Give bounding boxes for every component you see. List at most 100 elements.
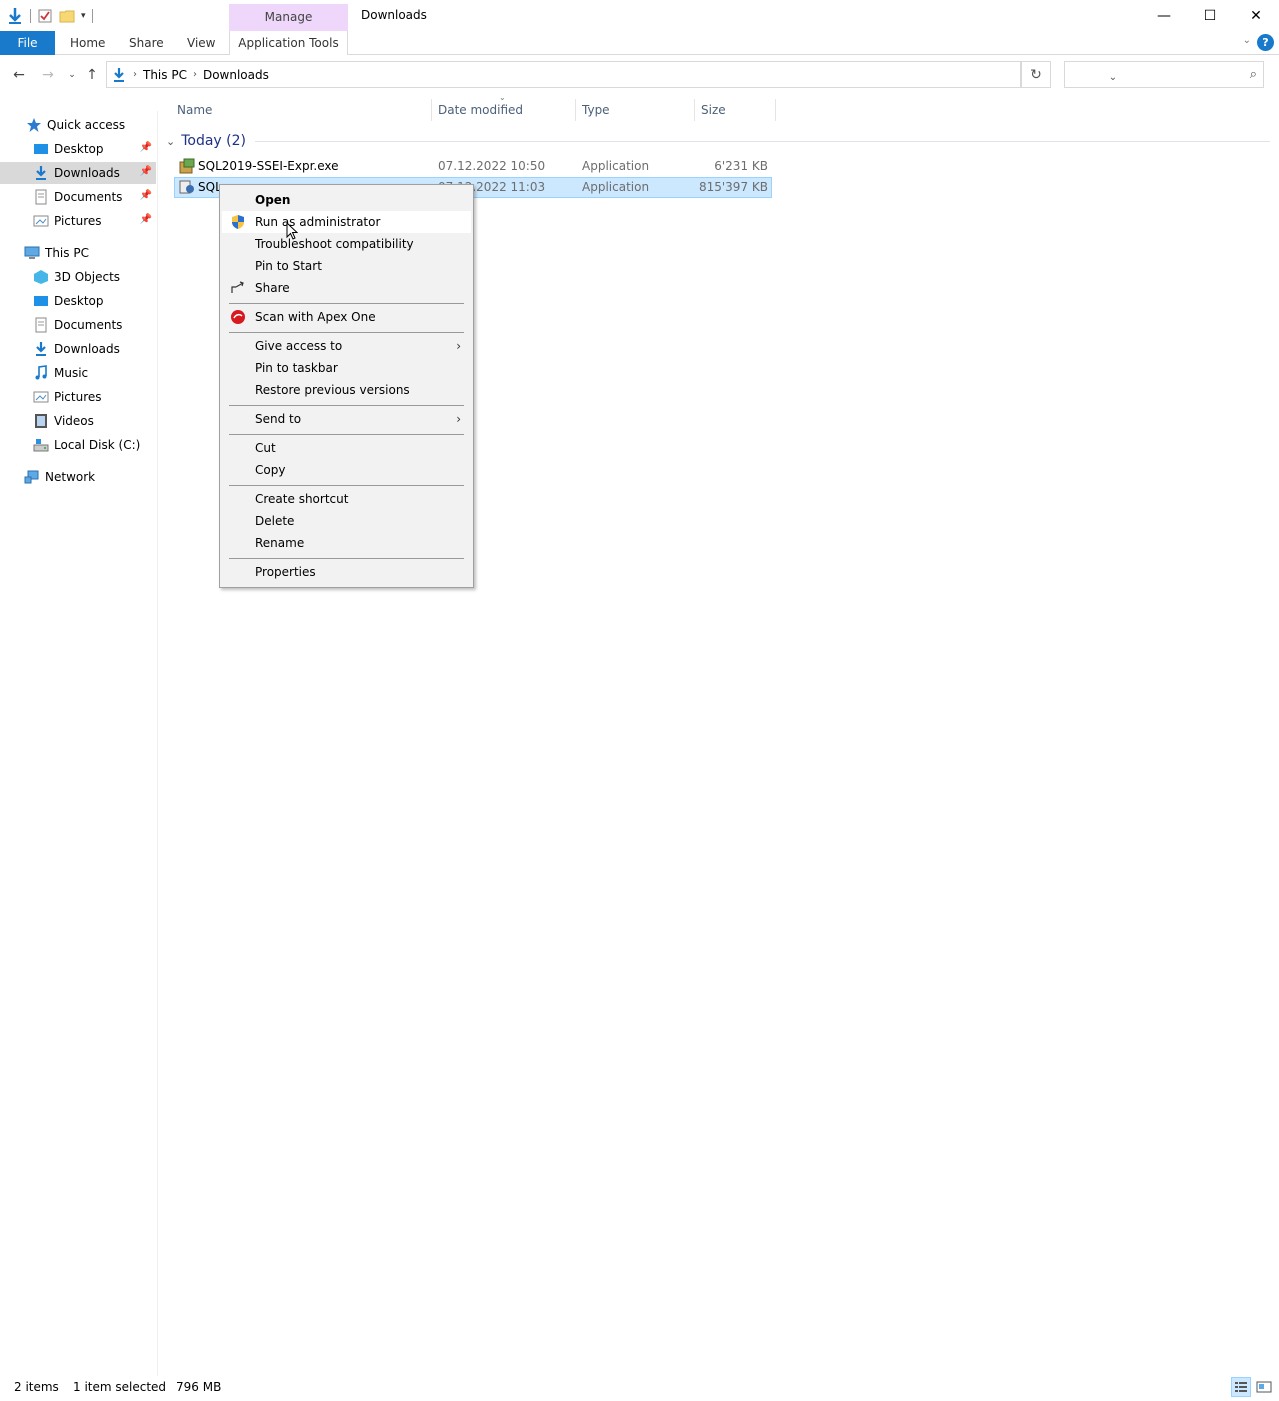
file-row[interactable]: SQL2019-SSEI-Expr.exe 07.12.2022 10:50 A… xyxy=(174,156,772,177)
sidebar-item-3d-objects[interactable]: 3D Objects xyxy=(0,266,156,288)
menu-item-send-to[interactable]: Send to › xyxy=(222,408,471,430)
documents-icon xyxy=(35,317,47,333)
help-icon[interactable]: ? xyxy=(1257,34,1274,51)
search-icon: ⌕ xyxy=(1249,67,1257,82)
up-arrow-icon[interactable]: ↑ xyxy=(82,65,102,85)
sidebar-item-pictures[interactable]: Pictures 📌 xyxy=(0,210,156,232)
quick-access-toolbar: ▾ xyxy=(6,6,93,26)
pictures-icon xyxy=(33,391,49,403)
network-icon xyxy=(24,470,39,484)
sidebar-item-label: Desktop xyxy=(54,142,104,156)
forward-arrow-icon[interactable]: → xyxy=(38,65,58,85)
sidebar-item-downloads-pc[interactable]: Downloads xyxy=(0,338,156,360)
status-item-count: 2 items xyxy=(14,1380,59,1394)
customize-toolbar-icon[interactable]: ▾ xyxy=(81,11,86,21)
menu-item-rename[interactable]: Rename xyxy=(222,532,471,554)
large-icons-view-icon[interactable] xyxy=(1254,1377,1274,1397)
column-header-size[interactable]: Size xyxy=(695,99,776,121)
back-arrow-icon[interactable]: ← xyxy=(9,65,29,85)
title-bar: ▾ Manage Downloads — ☐ ✕ xyxy=(0,0,1279,31)
sidebar-item-downloads[interactable]: Downloads 📌 xyxy=(0,162,156,184)
menu-item-troubleshoot-compatibility[interactable]: Troubleshoot compatibility xyxy=(222,233,471,255)
menu-item-properties[interactable]: Properties xyxy=(222,561,471,583)
menu-item-scan-with-apex-one[interactable]: Scan with Apex One xyxy=(222,306,471,328)
file-type: Application xyxy=(582,180,650,194)
share-icon xyxy=(231,281,244,293)
sidebar-item-network[interactable]: Network xyxy=(0,466,156,488)
menu-separator xyxy=(229,558,464,559)
downloads-icon xyxy=(36,166,46,180)
details-view-icon[interactable] xyxy=(1231,1377,1251,1397)
menu-item-pin-to-taskbar[interactable]: Pin to taskbar xyxy=(222,357,471,379)
menu-item-restore-previous-versions[interactable]: Restore previous versions xyxy=(222,379,471,401)
sidebar-item-documents-pc[interactable]: Documents xyxy=(0,314,156,336)
downloads-folder-icon xyxy=(114,67,124,82)
tab-view[interactable]: View xyxy=(187,31,215,55)
sidebar-item-local-disk[interactable]: Local Disk (C:) xyxy=(0,434,156,456)
sidebar-item-music[interactable]: Music xyxy=(0,362,156,384)
pin-icon[interactable]: 📌 xyxy=(140,166,152,177)
file-type: Application xyxy=(582,159,650,173)
sidebar-item-label: Network xyxy=(45,470,96,484)
breadcrumb-chevron-icon[interactable]: › xyxy=(193,69,197,80)
ribbon-expand-icon[interactable]: ⌄ xyxy=(1243,35,1251,46)
3d-objects-icon xyxy=(34,270,48,284)
close-button[interactable]: ✕ xyxy=(1233,0,1279,31)
window-title: Downloads xyxy=(361,8,427,22)
tab-file[interactable]: File xyxy=(0,31,55,55)
menu-item-pin-to-start[interactable]: Pin to Start xyxy=(222,255,471,277)
tab-share[interactable]: Share xyxy=(129,31,164,55)
status-bar: 2 items 1 item selected 796 MB xyxy=(0,1376,1279,1401)
menu-separator xyxy=(229,485,464,486)
sidebar-item-desktop-pc[interactable]: Desktop xyxy=(0,290,156,312)
sidebar-item-documents[interactable]: Documents 📌 xyxy=(0,186,156,208)
manage-tab[interactable]: Manage xyxy=(229,4,348,31)
address-bar[interactable]: › This PC › Downloads ⌄ xyxy=(106,61,1117,88)
menu-item-open[interactable]: Open xyxy=(222,189,471,211)
tab-home[interactable]: Home xyxy=(70,31,105,55)
search-input[interactable]: ⌕ xyxy=(1064,61,1264,88)
group-header-today[interactable]: ⌄ Today (2) xyxy=(166,131,246,151)
column-header-name[interactable]: Name xyxy=(171,99,432,121)
sql-setup-icon xyxy=(179,180,194,194)
menu-item-give-access-to[interactable]: Give access to › xyxy=(222,335,471,357)
videos-icon xyxy=(35,414,47,428)
pin-icon[interactable]: 📌 xyxy=(140,142,152,153)
sidebar-item-desktop[interactable]: Desktop 📌 xyxy=(0,138,156,160)
ribbon-tabs: File Home Share View Application Tools ⌄… xyxy=(0,31,1279,55)
sidebar-item-this-pc[interactable]: This PC xyxy=(0,242,156,264)
refresh-icon[interactable]: ↻ xyxy=(1021,61,1051,88)
pin-icon[interactable]: 📌 xyxy=(140,190,152,201)
downloads-arrow-icon[interactable] xyxy=(6,7,24,25)
sidebar-item-videos[interactable]: Videos xyxy=(0,410,156,432)
menu-item-create-shortcut[interactable]: Create shortcut xyxy=(222,488,471,510)
collapse-chevron-icon[interactable]: ⌄ xyxy=(166,135,175,148)
column-header-type[interactable]: Type xyxy=(576,99,695,121)
maximize-button[interactable]: ☐ xyxy=(1187,0,1233,31)
sidebar-item-label: Downloads xyxy=(54,342,120,356)
menu-item-cut[interactable]: Cut xyxy=(222,437,471,459)
uac-shield-icon xyxy=(232,215,244,229)
recent-locations-icon[interactable]: ⌄ xyxy=(62,65,82,85)
pin-icon[interactable]: 📌 xyxy=(140,214,152,225)
minimize-button[interactable]: — xyxy=(1141,0,1187,31)
sidebar-item-label: Desktop xyxy=(54,294,104,308)
menu-item-share[interactable]: Share xyxy=(222,277,471,299)
column-header-date-modified[interactable]: Date modified xyxy=(432,99,576,121)
sidebar-item-pictures-pc[interactable]: Pictures xyxy=(0,386,156,408)
menu-item-label: Give access to xyxy=(255,339,343,353)
menu-item-copy[interactable]: Copy xyxy=(222,459,471,481)
apex-one-icon xyxy=(231,310,245,324)
tab-application-tools[interactable]: Application Tools xyxy=(229,31,348,55)
breadcrumb-this-pc[interactable]: This PC xyxy=(143,68,187,82)
group-label: Today (2) xyxy=(181,133,246,149)
menu-item-delete[interactable]: Delete xyxy=(222,510,471,532)
new-folder-icon[interactable] xyxy=(59,8,75,24)
properties-icon[interactable] xyxy=(37,8,53,24)
downloads-icon xyxy=(36,342,46,356)
breadcrumb-chevron-icon[interactable]: › xyxy=(133,69,137,80)
menu-item-run-as-administrator[interactable]: Run as administrator xyxy=(222,211,471,233)
breadcrumb-downloads[interactable]: Downloads xyxy=(203,68,269,82)
sidebar-item-quick-access[interactable]: Quick access xyxy=(0,114,156,136)
submenu-arrow-icon: › xyxy=(456,339,461,353)
